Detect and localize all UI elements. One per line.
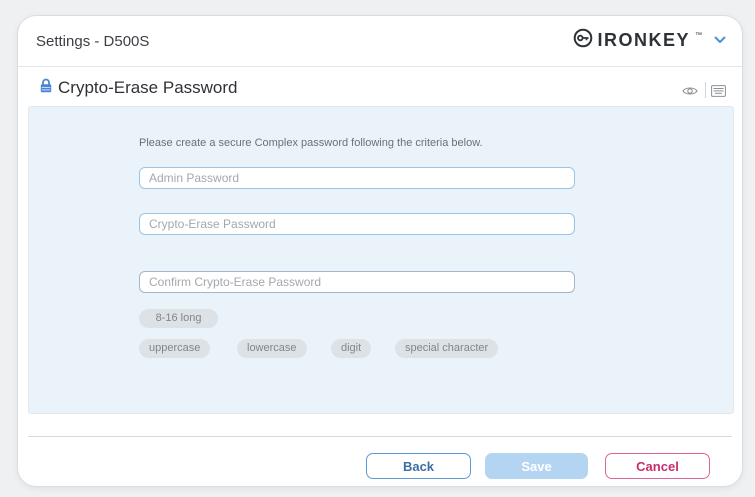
keyboard-icon[interactable] bbox=[711, 84, 726, 102]
criteria-lowercase-badge: lowercase bbox=[237, 339, 307, 358]
criteria-digit-badge: digit bbox=[331, 339, 372, 358]
criteria-uppercase-badge: uppercase bbox=[139, 339, 211, 358]
eye-icon[interactable] bbox=[682, 84, 698, 102]
instructions-text: Please create a secure Complex password … bbox=[139, 137, 483, 149]
section-title: Crypto-Erase Password bbox=[58, 78, 238, 97]
admin-password-input[interactable] bbox=[139, 167, 575, 189]
ironkey-logo: IRONKEY ™ bbox=[573, 28, 702, 52]
section-header: Crypto-Erase Password bbox=[18, 67, 742, 107]
crypto-erase-password-input[interactable] bbox=[139, 213, 575, 235]
header-divider bbox=[705, 82, 706, 98]
chevron-down-icon[interactable] bbox=[712, 32, 728, 48]
password-form-panel: Please create a secure Complex password … bbox=[28, 106, 734, 414]
brand-trademark: ™ bbox=[695, 31, 702, 39]
cancel-button[interactable]: Cancel bbox=[605, 453, 710, 479]
criteria-length-badge: 8-16 long bbox=[139, 309, 218, 328]
criteria-special-character-badge: special character bbox=[395, 339, 499, 358]
settings-window: Settings - D500S IRONKEY ™ Crypto-Erase … bbox=[18, 16, 742, 486]
confirm-crypto-erase-password-input[interactable] bbox=[139, 271, 575, 293]
footer-divider bbox=[28, 436, 732, 437]
title-bar: Settings - D500S IRONKEY ™ bbox=[18, 16, 742, 67]
window-title: Settings - D500S bbox=[36, 33, 150, 50]
ironkey-key-icon bbox=[573, 28, 593, 53]
save-button[interactable]: Save bbox=[485, 453, 588, 479]
lock-icon bbox=[40, 78, 52, 98]
brand-name: IRONKEY bbox=[597, 29, 690, 50]
back-button[interactable]: Back bbox=[366, 453, 471, 479]
